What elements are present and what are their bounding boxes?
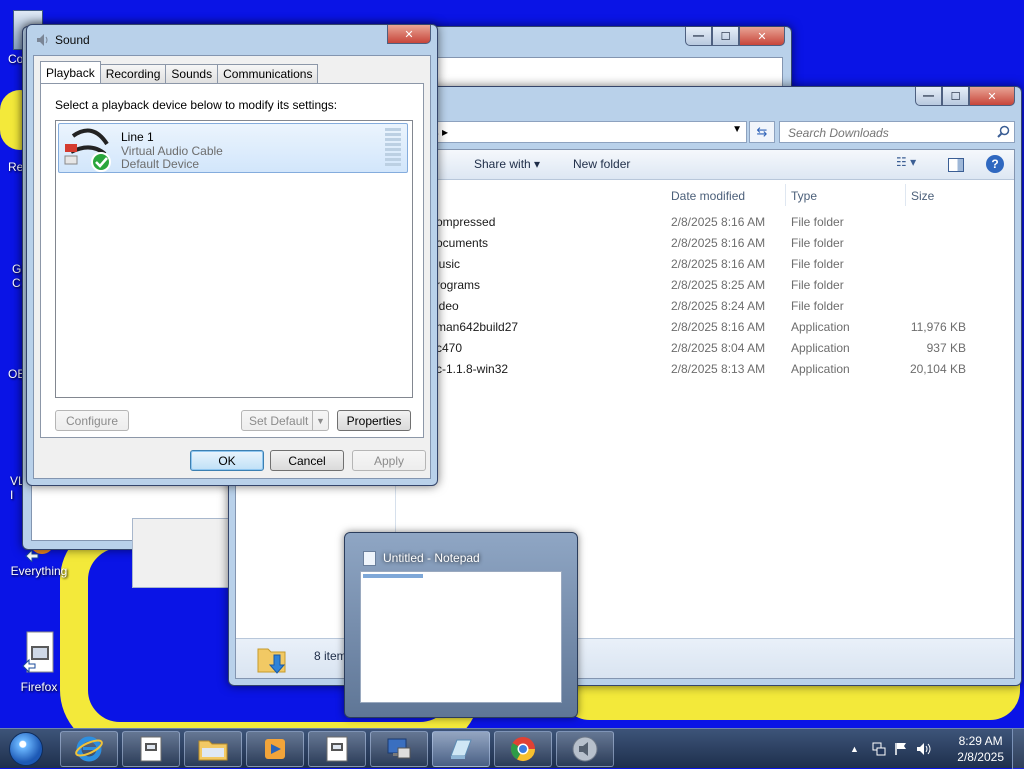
file-row[interactable]: ideo 2/8/2025 8:24 AM File folder — [396, 295, 1014, 316]
taskbar-file-explorer[interactable] — [184, 731, 242, 767]
configure-button[interactable]: Configure — [55, 410, 129, 431]
file-row[interactable]: ocuments 2/8/2025 8:16 AM File folder — [396, 232, 1014, 253]
close-button[interactable]: ✕ — [739, 27, 785, 46]
share-with-button[interactable]: Share with ▾ — [474, 157, 540, 171]
notepad-thumbnail[interactable]: Untitled - Notepad — [344, 532, 578, 718]
apply-button[interactable]: Apply — [352, 450, 426, 471]
refresh-icon[interactable]: ⇆ — [749, 121, 775, 143]
close-button[interactable]: ✕ — [969, 87, 1015, 106]
column-divider[interactable] — [785, 184, 786, 206]
file-row[interactable]: lusic 2/8/2025 8:16 AM File folder — [396, 253, 1014, 274]
preview-pane-icon[interactable] — [948, 158, 964, 172]
maximize-button[interactable]: ☐ — [942, 87, 969, 106]
chevron-down-icon[interactable]: ▼ — [732, 124, 742, 135]
system-tray: ▲ 8:29 AM 2/8/2025 — [838, 729, 1024, 769]
inner-panel — [132, 518, 242, 588]
device-description: Virtual Audio Cable — [121, 144, 223, 158]
properties-button[interactable]: Properties — [337, 410, 411, 431]
show-hidden-icons-icon[interactable]: ▲ — [850, 744, 859, 754]
tab-communications[interactable]: Communications — [217, 64, 319, 83]
taskbar-internet-explorer[interactable] — [60, 731, 118, 767]
chrome-icon — [510, 737, 535, 762]
notepad-icon — [326, 736, 348, 762]
desktop-icon-firefox[interactable]: Firefox — [4, 630, 74, 694]
help-icon[interactable]: ? — [986, 155, 1004, 173]
tab-sounds[interactable]: Sounds — [165, 64, 219, 83]
file-row[interactable]: ompressed 2/8/2025 8:16 AM File folder — [396, 211, 1014, 232]
windows-orb-icon — [9, 732, 43, 766]
speaker-icon — [37, 34, 48, 46]
clock-date: 2/8/2025 — [957, 750, 1004, 764]
column-type[interactable]: Type — [791, 189, 817, 203]
downloads-folder-icon — [257, 648, 286, 674]
clock[interactable]: 8:29 AM 2/8/2025 — [957, 733, 1004, 765]
volume-icon[interactable] — [916, 742, 932, 759]
device-status: Default Device — [121, 157, 200, 171]
show-desktop-button[interactable] — [1012, 729, 1024, 769]
dialog-title: Sound — [55, 33, 90, 47]
file-explorer-icon — [198, 740, 228, 761]
column-header: Date modified Type Size — [396, 180, 1014, 210]
thumbnail-preview — [360, 571, 562, 703]
dialog-body: Playback Recording Sounds Communications… — [33, 55, 431, 479]
tab-playback[interactable]: Playback — [40, 61, 101, 83]
column-date[interactable]: Date modified — [671, 189, 745, 203]
close-button[interactable]: ✕ — [387, 25, 431, 44]
level-meter — [385, 128, 401, 168]
file-row[interactable]: man642build27 2/8/2025 8:16 AM Application… — [396, 316, 1014, 337]
device-line-1[interactable]: Line 1 Virtual Audio Cable Default Devic… — [58, 123, 408, 173]
start-button[interactable] — [4, 731, 48, 767]
minimize-button[interactable]: — — [915, 87, 942, 106]
window-controls: — ☐ ✕ — [685, 27, 785, 46]
set-default-button[interactable]: Set Default ▼ — [241, 410, 329, 431]
tab-recording[interactable]: Recording — [99, 64, 167, 83]
taskbar-media-player[interactable] — [246, 731, 304, 767]
file-row[interactable]: c470 2/8/2025 8:04 AM Application 937 KB — [396, 337, 1014, 358]
taskbar: ▲ 8:29 AM 2/8/2025 — [0, 728, 1024, 769]
column-size[interactable]: Size — [911, 189, 934, 203]
flag-icon[interactable] — [894, 742, 908, 759]
clock-time: 8:29 AM — [958, 734, 1003, 748]
ok-button[interactable]: OK — [190, 450, 264, 471]
cancel-button[interactable]: Cancel — [270, 450, 344, 471]
firefox-shortcut-icon — [21, 630, 57, 678]
notepad-icon — [450, 739, 472, 759]
title-bar[interactable]: Sound ✕ — [27, 25, 437, 53]
taskbar-chrome[interactable] — [494, 731, 552, 767]
internet-explorer-icon — [75, 736, 103, 762]
chevron-down-icon[interactable]: ▼ — [312, 411, 328, 430]
search-box[interactable] — [779, 121, 1015, 143]
notepad-icon — [363, 551, 376, 566]
taskbar-notepad-2[interactable] — [308, 731, 366, 767]
sound-dialog[interactable]: Sound ✕ Playback Recording Sounds Commun… — [26, 24, 438, 486]
notepad-icon — [140, 736, 162, 762]
device-list[interactable]: Line 1 Virtual Audio Cable Default Devic… — [55, 120, 413, 398]
taskbar-remote-desktop[interactable] — [370, 731, 428, 767]
speaker-icon — [572, 736, 598, 762]
search-input[interactable] — [786, 125, 986, 141]
maximize-button[interactable]: ☐ — [712, 27, 739, 46]
playback-panel: Select a playback device below to modify… — [40, 83, 424, 438]
file-row[interactable]: c-1.1.8-win32 2/8/2025 8:13 AM Application… — [396, 358, 1014, 379]
search-icon[interactable] — [997, 125, 1010, 138]
thumbnail-title: Untitled - Notepad — [383, 551, 480, 565]
column-divider[interactable] — [905, 184, 906, 206]
view-options-icon[interactable]: ☷ ▾ — [896, 155, 916, 169]
instruction-text: Select a playback device below to modify… — [55, 98, 338, 112]
audio-cable-icon — [64, 128, 111, 172]
device-name: Line 1 — [121, 130, 154, 144]
window-controls: — ☐ ✕ — [915, 87, 1015, 106]
taskbar-notepad-active[interactable] — [432, 731, 490, 767]
new-folder-button[interactable]: New folder — [573, 157, 630, 171]
tab-strip: Playback Recording Sounds Communications — [40, 61, 319, 83]
taskbar-sound[interactable] — [556, 731, 614, 767]
remote-desktop-icon — [387, 738, 411, 759]
media-player-icon — [265, 739, 285, 759]
network-icon[interactable] — [872, 742, 886, 759]
item-count: 8 item — [314, 649, 347, 663]
file-row[interactable]: rograms 2/8/2025 8:25 AM File folder — [396, 274, 1014, 295]
taskbar-notepad[interactable] — [122, 731, 180, 767]
minimize-button[interactable]: — — [685, 27, 712, 46]
